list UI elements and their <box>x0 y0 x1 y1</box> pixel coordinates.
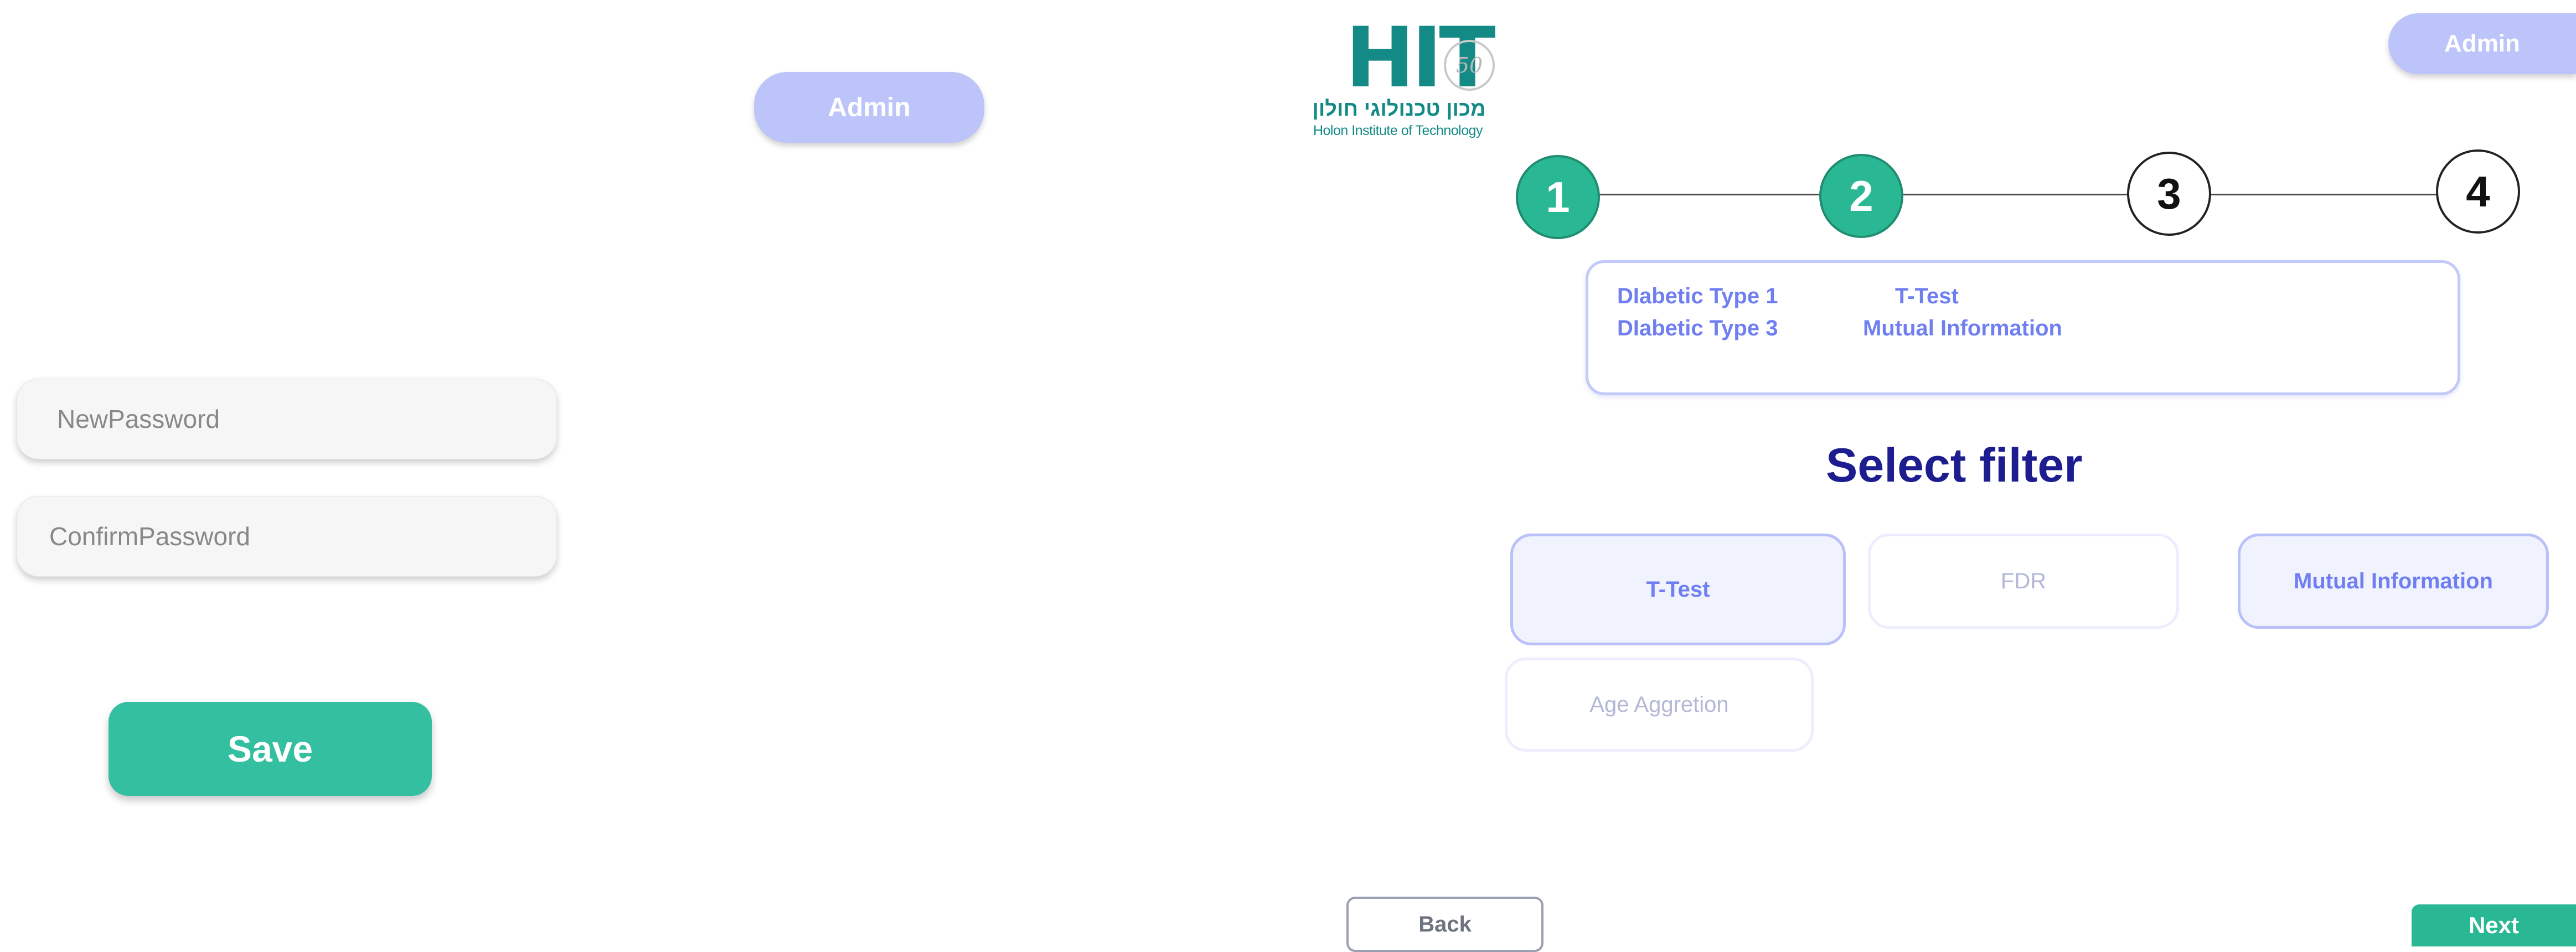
logo-anniversary-badge: 50 <box>1444 40 1495 91</box>
hit-logo: HIT 50 מכון טכנולוגי חולון Holon Institu… <box>1295 17 1500 149</box>
step-2-number: 2 <box>1849 171 1873 220</box>
step-2[interactable]: 2 <box>1819 154 1903 238</box>
back-button[interactable]: Back <box>1346 897 1543 952</box>
step-4[interactable]: 4 <box>2436 149 2520 234</box>
next-button[interactable]: Next <box>2412 904 2576 946</box>
summary-filter-2: Mutual Information <box>1863 316 2062 340</box>
new-password-field[interactable] <box>17 379 557 459</box>
page-title: Select filter <box>1826 439 2083 492</box>
step-3-number: 3 <box>2157 169 2181 218</box>
admin-button[interactable]: Admin <box>754 72 984 143</box>
filter-mutual-information-button[interactable]: Mutual Information <box>2238 534 2549 629</box>
logo-badge-text: 50 <box>1455 53 1483 77</box>
filter-fdr-button[interactable]: FDR <box>1868 534 2179 629</box>
step-1[interactable]: 1 <box>1516 155 1600 239</box>
step-3[interactable]: 3 <box>2127 152 2211 236</box>
confirm-password-field[interactable] <box>17 496 557 577</box>
logo-hebrew-text: מכון טכנולוגי חולון <box>1312 97 1486 121</box>
filter-ttest-button[interactable]: T-Test <box>1510 534 1846 645</box>
summary-dataset-1: DIabetic Type 1 <box>1617 284 1778 308</box>
save-button[interactable]: Save <box>109 702 432 796</box>
new-password-input[interactable] <box>56 403 556 434</box>
selection-summary: DIabetic Type 1 T-Test DIabetic Type 3 M… <box>1586 260 2460 395</box>
stepper-line <box>1599 194 2438 195</box>
logo-english-text: Holon Institute of Technology <box>1313 123 1483 138</box>
summary-filter-1: T-Test <box>1895 284 1959 308</box>
confirm-password-input[interactable] <box>48 521 556 552</box>
filter-age-aggretion-button[interactable]: Age Aggretion <box>1505 658 1814 752</box>
admin-button-top-right[interactable]: Admin <box>2388 13 2576 74</box>
step-4-number: 4 <box>2466 167 2490 216</box>
step-1-number: 1 <box>1546 172 1570 221</box>
summary-dataset-2: DIabetic Type 3 <box>1617 316 1778 340</box>
